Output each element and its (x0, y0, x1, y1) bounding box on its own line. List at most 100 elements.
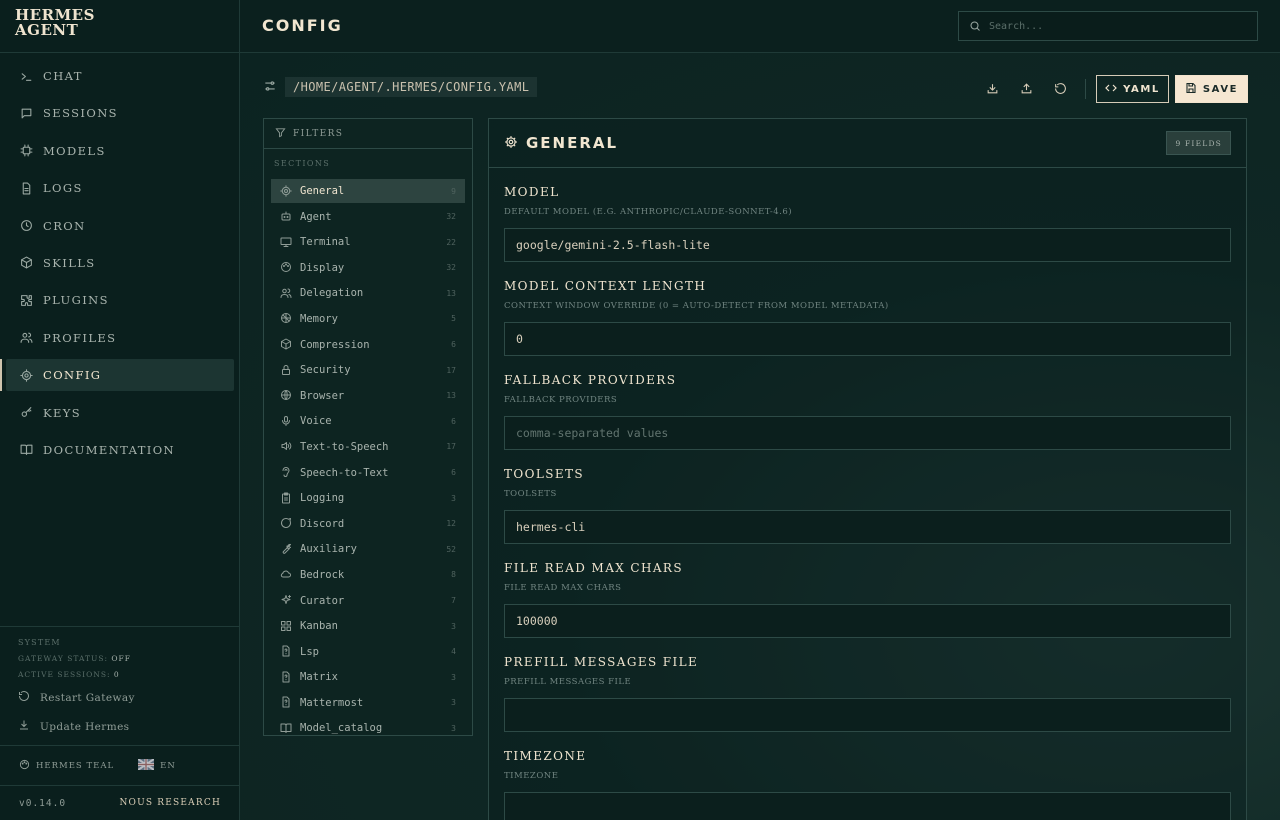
puzzle-icon (19, 293, 33, 307)
update-hermes-button[interactable]: Update Hermes (18, 712, 222, 741)
section-item-curator[interactable]: Curator 7 (271, 589, 465, 613)
timezone-input[interactable] (504, 792, 1231, 820)
section-item-bedrock[interactable]: Bedrock 8 (271, 563, 465, 587)
section-count: 3 (451, 723, 456, 733)
sidebar-item-logs[interactable]: LOGS (6, 172, 234, 204)
section-item-delegation[interactable]: Delegation 13 (271, 281, 465, 305)
sidebar-item-config[interactable]: CONFIG (0, 359, 234, 392)
section-count: 12 (446, 519, 456, 529)
yaml-view-button[interactable]: YAML (1096, 75, 1169, 103)
section-item-general[interactable]: General 9 (271, 179, 465, 203)
section-label: Text-to-Speech (300, 440, 389, 453)
cloud-icon (280, 568, 293, 581)
yaml-label: YAML (1123, 83, 1160, 95)
file-read-max-chars-input[interactable] (504, 604, 1231, 638)
active-sessions: ACTIVE SESSIONS: 0 (18, 667, 222, 683)
field-label: MODEL CONTEXT LENGTH (504, 279, 707, 293)
language-switcher[interactable]: EN (137, 757, 176, 773)
section-item-terminal[interactable]: Terminal 22 (271, 230, 465, 254)
section-item-compression[interactable]: Compression 6 (271, 333, 465, 357)
config-file-path: /HOME/AGENT/.HERMES/CONFIG.YAML (285, 77, 538, 97)
sidebar-item-label: PROFILES (43, 330, 117, 345)
field-help-text: TOOLSETS (504, 489, 557, 499)
section-item-model-catalog[interactable]: Model_catalog 3 (271, 716, 465, 735)
section-item-matrix[interactable]: Matrix 3 (271, 665, 465, 689)
book-open-icon (280, 722, 293, 735)
fallback-providers-input[interactable] (504, 416, 1231, 450)
section-item-voice[interactable]: Voice 6 (271, 409, 465, 433)
save-label: SAVE (1202, 83, 1239, 95)
sidebar-item-label: DOCUMENTATION (43, 442, 175, 457)
monitor-icon (280, 236, 293, 249)
speaker-icon (280, 440, 293, 453)
sidebar-item-profiles[interactable]: PROFILES (6, 322, 234, 354)
section-label: Auxiliary (300, 543, 357, 556)
sidebar-item-skills[interactable]: SKILLS (6, 247, 234, 279)
section-label: Curator (300, 594, 345, 607)
sidebar-item-models[interactable]: MODELS (6, 135, 234, 167)
ear-icon (280, 466, 293, 479)
section-item-memory[interactable]: Memory 5 (271, 307, 465, 331)
section-item-speech-to-text[interactable]: Speech-to-Text 6 (271, 461, 465, 485)
search-input[interactable] (989, 20, 1249, 32)
sidebar-item-sessions[interactable]: SESSIONS (6, 97, 234, 129)
section-count: 13 (446, 391, 456, 401)
search-box[interactable] (958, 11, 1258, 41)
active-sessions-label: ACTIVE SESSIONS: (18, 670, 111, 679)
save-button[interactable]: SAVE (1175, 75, 1248, 103)
section-item-auxiliary[interactable]: Auxiliary 52 (271, 537, 465, 561)
section-label: Logging (300, 492, 345, 505)
reset-button[interactable] (1043, 75, 1077, 103)
section-count: 32 (446, 212, 456, 222)
section-item-mattermost[interactable]: Mattermost 3 (271, 691, 465, 715)
sidebar-item-keys[interactable]: KEYS (6, 397, 234, 429)
field-label: MODEL (504, 185, 560, 199)
sidebar-item-plugins[interactable]: PLUGINS (6, 284, 234, 316)
export-button[interactable] (975, 75, 1009, 103)
section-count: 17 (446, 442, 456, 452)
package-icon (280, 338, 293, 351)
sparkles-icon (280, 594, 293, 607)
package-icon (19, 256, 33, 270)
sidebar: HERMES AGENT CHAT SESSIONS MODELS LOGS CRON S… (0, 0, 240, 820)
import-button[interactable] (1009, 75, 1043, 103)
section-item-kanban[interactable]: Kanban 3 (271, 614, 465, 638)
section-item-agent[interactable]: Agent 32 (271, 205, 465, 229)
field-help-text: FALLBACK PROVIDERS (504, 395, 618, 405)
section-item-discord[interactable]: Discord 12 (271, 512, 465, 536)
model-input[interactable] (504, 228, 1231, 262)
company-link[interactable]: NOUS RESEARCH (119, 798, 221, 808)
section-item-display[interactable]: Display 32 (271, 256, 465, 280)
panel-title: GENERAL (526, 134, 619, 152)
brand-logo[interactable]: HERMES AGENT (0, 0, 239, 53)
sidebar-item-cron[interactable]: CRON (6, 210, 234, 242)
toolbar-divider (1085, 79, 1086, 99)
sidebar-item-label: CHAT (43, 69, 83, 83)
general-settings-panel: GENERAL 9 FIELDS MODEL DEFAULT MODEL (E.G… (488, 118, 1247, 820)
sidebar-item-label: SESSIONS (43, 106, 118, 121)
sidebar-item-label: KEYS (43, 405, 82, 420)
cpu-icon (19, 144, 33, 158)
sidebar-item-label: SKILLS (43, 255, 96, 270)
toolsets-input[interactable] (504, 510, 1231, 544)
sidebar-item-documentation[interactable]: DOCUMENTATION (6, 434, 234, 466)
section-item-lsp[interactable]: Lsp 4 (271, 640, 465, 664)
palette-icon (280, 261, 293, 274)
filters-panel: FILTERS SECTIONS General 9 Agent 32 Terminal… (263, 118, 473, 736)
section-item-logging[interactable]: Logging 3 (271, 486, 465, 510)
lock-icon (280, 364, 293, 377)
section-count: 17 (446, 365, 456, 375)
section-item-text-to-speech[interactable]: Text-to-Speech 17 (271, 435, 465, 459)
section-item-security[interactable]: Security 17 (271, 358, 465, 382)
section-label: Lsp (300, 645, 319, 658)
field-timezone: TIMEZONE TIMEZONE (504, 749, 1231, 820)
section-label: Speech-to-Text (300, 466, 389, 479)
model-context-length-input[interactable] (504, 322, 1231, 356)
section-item-browser[interactable]: Browser 13 (271, 384, 465, 408)
section-count: 22 (446, 237, 456, 247)
sidebar-item-chat[interactable]: CHAT (6, 60, 234, 92)
prefill-messages-file-input[interactable] (504, 698, 1231, 732)
theme-switcher[interactable]: HERMES TEAL (19, 759, 114, 773)
restart-gateway-button[interactable]: Restart Gateway (18, 683, 222, 712)
file-icon (19, 181, 33, 195)
